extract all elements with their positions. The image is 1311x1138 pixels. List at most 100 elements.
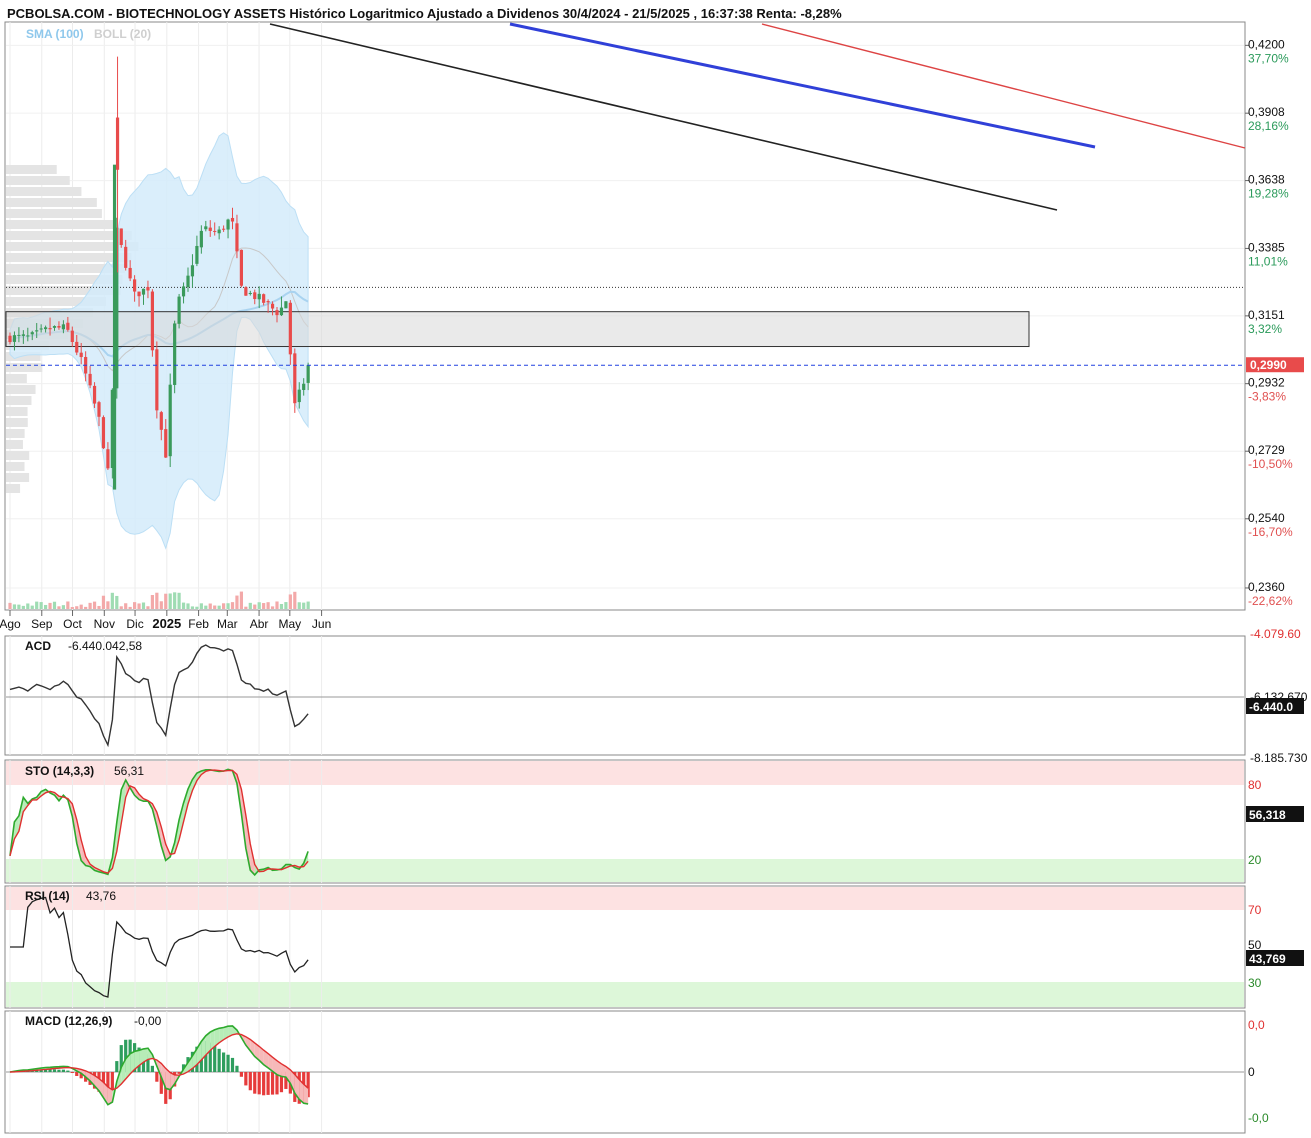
price-pct-label: -3,83%	[1248, 390, 1286, 404]
candle-body	[52, 326, 57, 328]
acd-bottom-label: -8.185.730	[1250, 751, 1308, 765]
price-pct-label: 37,70%	[1248, 51, 1289, 65]
x-tick-label: Dic	[126, 617, 143, 631]
volume-bar	[17, 604, 21, 609]
price-pct-label: -22,62%	[1248, 594, 1293, 608]
macd-hist-bar	[230, 1057, 235, 1072]
candle-body	[235, 223, 239, 252]
volume-bar	[164, 593, 168, 609]
volume-bar	[288, 594, 292, 609]
volume-bar	[177, 592, 181, 609]
profile-bar	[6, 407, 28, 416]
volume-bar	[226, 603, 230, 609]
rsi-lower-level: 30	[1248, 976, 1262, 990]
profile-bar	[6, 374, 27, 383]
candle-body	[39, 328, 43, 330]
volume-bar	[88, 602, 92, 609]
profile-bar	[6, 462, 25, 471]
volume-bar	[244, 606, 248, 609]
candle-body	[217, 229, 221, 234]
profile-bar	[6, 176, 70, 185]
candle-body	[106, 449, 110, 469]
rsi-upper-level: 70	[1248, 903, 1262, 917]
profile-bar	[6, 253, 132, 262]
candle-body	[190, 265, 195, 277]
candle-body	[112, 164, 117, 490]
profile-bar	[6, 440, 23, 449]
rsi-mid-level: 50	[1248, 938, 1262, 952]
macd-hist-bar	[253, 1072, 257, 1094]
candle-body	[222, 228, 226, 230]
volume-bar	[213, 605, 217, 609]
rsi-badge-text: 43,769	[1249, 952, 1286, 966]
price-tick-label: 0,3151	[1248, 308, 1285, 322]
candle-body	[155, 349, 159, 411]
volume-bar	[208, 603, 212, 609]
macd-hist-bar	[75, 1072, 79, 1076]
volume-bar	[79, 604, 83, 609]
acd-label: ACD	[25, 639, 51, 653]
price-tick-label: 0,4200	[1248, 37, 1285, 51]
candle-body	[79, 352, 83, 358]
profile-bar	[6, 209, 102, 218]
sma-legend: SMA (100)	[26, 27, 84, 41]
macd-value: -0,00	[134, 1014, 162, 1028]
volume-bar	[146, 606, 150, 609]
macd-hist-bar	[155, 1072, 159, 1082]
volume-bar	[293, 591, 297, 609]
profile-bar	[6, 451, 30, 460]
profile-bar	[6, 198, 97, 207]
chart-title: PCBOLSA.COM - BIOTECHNOLOGY ASSETS Histó…	[7, 6, 842, 21]
sto-value: 56,31	[114, 764, 144, 778]
macd-hist-bar	[115, 1061, 119, 1072]
candle-body	[137, 291, 141, 297]
volume-bar	[204, 605, 208, 609]
rsi-label: RSI (14)	[25, 889, 70, 903]
candle-body	[199, 230, 203, 248]
price-pct-label: -10,50%	[1248, 457, 1293, 471]
volume-bar	[235, 595, 239, 609]
candle-body	[150, 291, 154, 351]
candle-body	[133, 279, 137, 292]
macd-hist-bar	[248, 1072, 252, 1091]
profile-bar	[6, 165, 57, 174]
macd-hist-bar	[150, 1065, 154, 1072]
macd-hist-bar	[235, 1065, 239, 1072]
x-tick-label: Mar	[217, 617, 238, 631]
candle-body	[239, 249, 243, 286]
candle-body	[115, 117, 120, 170]
sto-upper-level: 80	[1248, 778, 1262, 792]
price-tick-label: 0,3638	[1248, 173, 1285, 187]
volume-bar	[253, 604, 257, 609]
candle-body	[177, 296, 181, 324]
volume-bar	[168, 593, 172, 609]
volume-bar	[128, 606, 132, 609]
x-tick-label: Ago	[0, 617, 21, 631]
volume-bar	[257, 602, 261, 609]
volume-bar	[110, 592, 114, 609]
price-tick-label: 0,3908	[1248, 105, 1285, 119]
volume-bar	[133, 602, 137, 609]
profile-bar	[6, 363, 43, 372]
macd-hist-bar	[239, 1072, 243, 1077]
candle-body	[288, 302, 292, 355]
candle-body	[275, 310, 279, 316]
profile-bar	[6, 385, 36, 394]
x-tick-label: Abr	[250, 617, 269, 631]
candle-body	[181, 286, 186, 297]
macd-hist-bar	[61, 1069, 65, 1072]
volume-bar	[75, 606, 79, 609]
profile-bar	[6, 220, 115, 229]
price-pct-label: 3,32%	[1248, 322, 1282, 336]
candle-body	[66, 322, 70, 330]
support-zone-box	[5, 311, 1030, 348]
volume-bar	[190, 606, 195, 609]
volume-bar	[141, 602, 146, 609]
acd-panel	[4, 635, 1246, 756]
x-tick-label: 2025	[152, 616, 181, 631]
sto-label: STO (14,3,3)	[25, 764, 94, 778]
volume-bar	[155, 592, 159, 609]
x-tick-label: Nov	[94, 617, 115, 631]
candle-body	[168, 384, 172, 457]
candle-body	[61, 324, 65, 330]
